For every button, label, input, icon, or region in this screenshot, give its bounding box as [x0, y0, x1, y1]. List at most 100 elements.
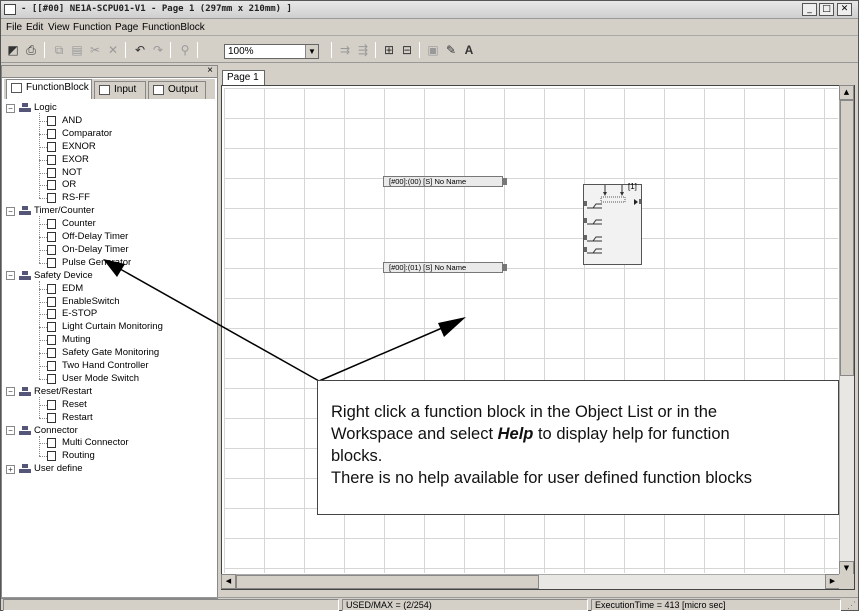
find-icon[interactable]: ⚲ [177, 42, 193, 58]
toolbar: ◩ ⎙ ⧉ ▤ ✂ ✕ ↶ ↷ ⚲ ⇉ ⇶ ⊞ ⊟ ▣ ✎ A [1, 37, 858, 63]
status-used-max: USED/MAX = (2/254) [342, 599, 588, 611]
tree-item[interactable]: Restart [62, 412, 93, 424]
function-block-icon [47, 399, 56, 410]
edit-icon[interactable]: ✎ [443, 42, 459, 58]
function-block-icon [47, 180, 56, 191]
scroll-left-icon[interactable]: ◀ [221, 574, 236, 589]
tree-item[interactable]: E-STOP [62, 308, 97, 320]
panel-close-icon[interactable]: × [207, 65, 213, 76]
tree-item[interactable]: OR [62, 179, 76, 191]
input-icon [99, 85, 110, 95]
vertical-scroll-thumb[interactable] [840, 100, 854, 376]
menu-view[interactable]: View [48, 22, 70, 33]
distribute-icon[interactable]: ⇶ [355, 42, 371, 58]
tree-item[interactable]: NOT [62, 167, 82, 179]
tree-group-1[interactable]: Timer/Counter [34, 205, 94, 217]
folder-group-icon [19, 464, 31, 474]
tree-item[interactable]: Muting [62, 334, 91, 346]
tree-item[interactable]: Counter [62, 218, 96, 230]
panel-grip[interactable]: × [2, 65, 217, 78]
tree-item[interactable]: RS-FF [62, 192, 90, 204]
window-title: - [[#00] NE1A-SCPU01-V1 - Page 1 (297mm … [21, 4, 292, 14]
align-icon[interactable]: ⇉ [337, 42, 353, 58]
tree-item[interactable]: EnableSwitch [62, 296, 120, 308]
tab-input[interactable]: Input [94, 81, 146, 99]
output-icon [153, 85, 164, 95]
function-block-icon [47, 348, 56, 359]
page-add-icon[interactable]: ⊞ [381, 42, 397, 58]
tree-item[interactable]: Multi Connector [62, 437, 129, 449]
tree-group-3[interactable]: Reset/Restart [34, 386, 92, 398]
print-icon[interactable]: ⎙ [23, 42, 39, 58]
menu-page[interactable]: Page [115, 22, 138, 33]
page-remove-icon[interactable]: ⊟ [399, 42, 415, 58]
text-icon[interactable]: A [461, 42, 477, 58]
tab-page-1[interactable]: Page 1 [222, 70, 265, 85]
copy-icon[interactable]: ⧉ [51, 42, 67, 58]
folder-group-icon [19, 386, 31, 397]
vertical-scrollbar[interactable]: ▲ ▼ [839, 85, 854, 576]
properties-icon[interactable]: ▣ [425, 42, 441, 58]
function-block-icon [47, 219, 56, 230]
tree-group-2[interactable]: Safety Device [34, 270, 93, 282]
function-block-icon [47, 438, 56, 449]
chevron-down-icon[interactable]: ▼ [305, 45, 318, 58]
tree-item[interactable]: Off-Delay Timer [62, 231, 128, 243]
menu-file[interactable]: File [6, 22, 22, 33]
tab-functionblock[interactable]: FunctionBlock [6, 79, 92, 99]
callout-line-4: There is no help available for user defi… [331, 469, 752, 487]
menu-functionblock[interactable]: FunctionBlock [142, 22, 205, 33]
tree-item[interactable]: EDM [62, 283, 83, 295]
menu-edit[interactable]: Edit [26, 22, 43, 33]
new-icon[interactable]: ◩ [5, 42, 21, 58]
tree-expander-icon[interactable]: − [6, 103, 15, 113]
resize-grip-icon[interactable]: ⋰ [847, 600, 856, 611]
input-tag[interactable]: [#00]:(01) [S] No Name [383, 262, 507, 273]
tree-group-0[interactable]: Logic [34, 102, 57, 114]
tree-group-5[interactable]: User define [34, 463, 83, 475]
tree-item[interactable]: AND [62, 115, 82, 127]
tree-expander-icon[interactable]: − [6, 387, 15, 397]
callout-line-1: Right click a function block in the Obje… [331, 403, 718, 421]
close-button[interactable]: ✕ [837, 3, 852, 16]
tree-expander-icon[interactable]: − [6, 271, 15, 281]
horizontal-scrollbar[interactable]: ◀ ▶ [221, 574, 840, 589]
tree-item[interactable]: Reset [62, 399, 87, 411]
tree-item[interactable]: Light Curtain Monitoring [62, 321, 163, 333]
tree-expander-icon[interactable]: − [6, 426, 15, 435]
tree-item[interactable]: EXOR [62, 154, 89, 166]
function-block-icon [47, 373, 56, 384]
tree-item[interactable]: On-Delay Timer [62, 244, 129, 256]
app-icon [4, 4, 16, 15]
tree-item[interactable]: Two Hand Controller [62, 360, 149, 372]
function-block[interactable]: [1] [583, 182, 642, 265]
cut-icon[interactable]: ✂ [87, 42, 103, 58]
tree-expander-icon[interactable]: − [6, 206, 15, 216]
input-pin[interactable] [502, 178, 507, 185]
maximize-button[interactable]: □ [819, 3, 834, 16]
tree-expander-icon[interactable]: + [6, 464, 15, 474]
horizontal-scroll-thumb[interactable] [236, 575, 539, 589]
tree-item[interactable]: Safety Gate Monitoring [62, 347, 159, 359]
delete-icon[interactable]: ✕ [105, 42, 121, 58]
tree-item[interactable]: User Mode Switch [62, 373, 139, 385]
function-block-symbol [584, 185, 641, 254]
input-tag[interactable]: [#00]:(00) [S] No Name [383, 176, 507, 187]
paste-icon[interactable]: ▤ [69, 42, 85, 58]
input-pin[interactable] [502, 264, 507, 271]
undo-icon[interactable]: ↶ [132, 42, 148, 58]
scroll-up-icon[interactable]: ▲ [839, 85, 854, 100]
scroll-right-icon[interactable]: ▶ [825, 574, 840, 589]
tree-item[interactable]: Routing [62, 450, 95, 462]
function-block-icon [47, 412, 56, 423]
tab-output[interactable]: Output [148, 81, 206, 99]
menu-function[interactable]: Function [73, 22, 111, 33]
redo-icon[interactable]: ↷ [150, 42, 166, 58]
tree-group-4[interactable]: Connector [34, 425, 78, 437]
tree-item[interactable]: Comparator [62, 128, 112, 140]
minimize-button[interactable]: _ [802, 3, 817, 16]
tree-item[interactable]: EXNOR [62, 141, 96, 153]
zoom-select[interactable]: 100% ▼ [224, 44, 319, 59]
callout-line-2: Workspace and select Help to display hel… [331, 425, 730, 443]
tree-item[interactable]: Pulse Generator [62, 257, 131, 269]
